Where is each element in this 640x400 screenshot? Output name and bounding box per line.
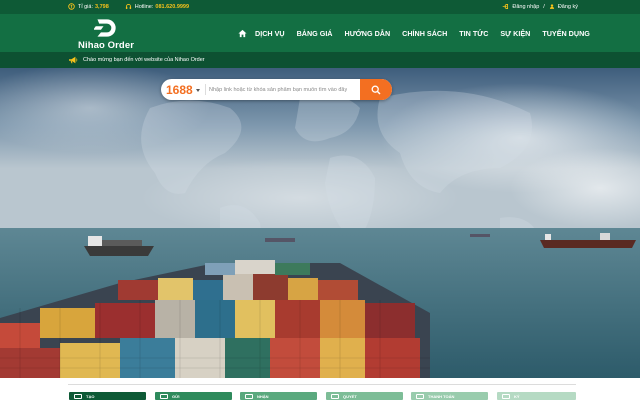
announcement-text: Chào mừng bạn đến với website của Nihao …	[83, 57, 205, 63]
strip-divider	[68, 384, 576, 385]
site-selector[interactable]: 1688	[166, 81, 200, 98]
hero-banner: 1688	[0, 68, 640, 378]
exchange-rate-value: 3,798	[94, 3, 109, 10]
nav-item-events[interactable]: SỰ KIỆN	[500, 29, 530, 38]
nav-item-pricing[interactable]: BẢNG GIÁ	[297, 29, 333, 38]
exchange-rate-label: Tỉ giá:	[78, 3, 93, 10]
search-divider	[205, 84, 206, 95]
service-tab-label: TẠO	[86, 393, 95, 399]
hotline-label: Hotline:	[134, 3, 154, 10]
service-tab-receive[interactable]: NHẬN	[240, 392, 317, 400]
top-bar-info: Tỉ giá: 3,798 Hotline: 081.620.9999	[68, 3, 189, 10]
service-strip: TẠO GỬI NHẬN QUYẾT THANH TOÁN KÝ	[0, 378, 640, 400]
service-icon	[416, 393, 424, 399]
service-tab-label: THANH TOÁN	[428, 393, 455, 399]
nav-item-news[interactable]: TIN TỨC	[459, 29, 488, 38]
search-button[interactable]	[360, 79, 392, 100]
cargo-ship-hero-image	[0, 68, 640, 378]
logo-mark-icon	[94, 19, 116, 37]
login-link[interactable]: Đăng nhập	[512, 4, 539, 10]
top-bar-account: Đăng nhập / Đăng ký	[502, 3, 578, 10]
product-search-bar: 1688	[161, 79, 392, 100]
user-icon	[549, 4, 554, 9]
service-tab-send[interactable]: GỬI	[155, 392, 232, 400]
account-separator: /	[543, 3, 545, 10]
main-nav: DỊCH VỤ BẢNG GIÁ HƯỚNG DẪN CHÍNH SÁCH TI…	[238, 29, 590, 38]
service-icon	[74, 393, 82, 399]
nav-item-careers[interactable]: TUYỂN DỤNG	[542, 29, 590, 38]
service-tab-label: GỬI	[172, 393, 180, 399]
login-icon	[503, 3, 509, 10]
top-bar: Tỉ giá: 3,798 Hotline: 081.620.9999 Đăng…	[0, 0, 640, 14]
register-link[interactable]: Đăng ký	[558, 4, 578, 10]
nav-item-guide[interactable]: HƯỚNG DẪN	[345, 29, 391, 38]
site-selector-value: 1688	[166, 82, 193, 97]
announcement-bar: Chào mừng bạn đến với website của Nihao …	[0, 52, 640, 68]
service-tab-sign[interactable]: KÝ	[497, 392, 576, 400]
brand-name: Nihao Order	[78, 40, 134, 51]
service-tab-label: KÝ	[514, 393, 520, 399]
nav-item-services[interactable]: DỊCH VỤ	[255, 29, 285, 38]
headset-icon	[125, 3, 131, 9]
service-icon	[331, 393, 339, 399]
megaphone-icon	[69, 56, 78, 64]
service-icon	[160, 393, 168, 399]
service-tab-label: QUYẾT	[343, 393, 357, 399]
search-input[interactable]	[209, 82, 347, 97]
service-tab-payment[interactable]: THANH TOÁN	[411, 392, 488, 400]
caret-down-icon	[195, 89, 200, 92]
home-icon[interactable]	[238, 29, 247, 38]
service-icon	[502, 393, 510, 399]
nav-item-policy[interactable]: CHÍNH SÁCH	[402, 29, 447, 38]
service-icon	[245, 393, 253, 399]
service-tab-decide[interactable]: QUYẾT	[326, 392, 403, 400]
main-header: Nihao Order DỊCH VỤ BẢNG GIÁ HƯỚNG DẪN C…	[0, 14, 640, 52]
coin-icon	[68, 3, 75, 10]
brand-logo[interactable]: Nihao Order	[74, 17, 144, 51]
service-tab-label: NHẬN	[257, 393, 269, 399]
hotline-value[interactable]: 081.620.9999	[155, 4, 189, 10]
search-icon	[371, 85, 381, 94]
service-tab-create[interactable]: TẠO	[69, 392, 146, 400]
